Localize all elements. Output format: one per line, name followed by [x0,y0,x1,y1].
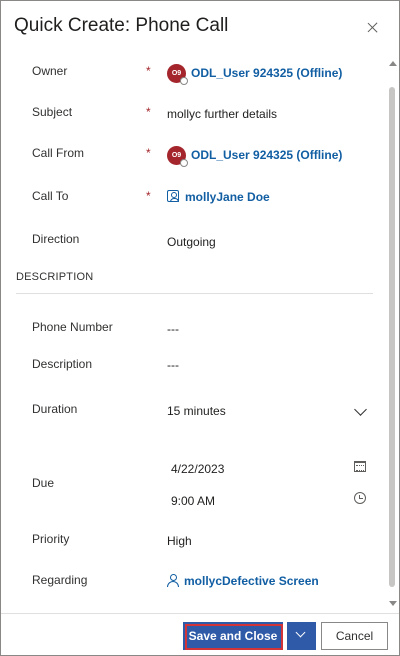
clock-icon[interactable] [354,492,366,504]
duration-field[interactable]: Duration 15 minutes [1,400,381,424]
dialog-footer: Save and Close Cancel [1,613,399,655]
duration-label: Duration [32,402,78,416]
presence-status-icon [180,77,188,85]
subject-input[interactable]: mollyc further details [167,107,277,121]
direction-value[interactable]: Outgoing [167,235,216,249]
subject-label: Subject [32,105,73,119]
call-from-avatar: O9 [167,146,188,167]
calendar-icon[interactable] [354,461,366,472]
priority-label: Priority [32,532,70,546]
required-marker: * [146,64,151,78]
dialog-header: Quick Create: Phone Call [1,1,399,53]
call-to-label: Call To [32,189,69,203]
priority-field: Priority High [1,530,381,554]
required-marker: * [146,105,151,119]
direction-field: Direction Outgoing [1,230,381,254]
quick-create-dialog: Quick Create: Phone Call Owner * O9 ODL_… [0,0,400,656]
owner-field: Owner * O9 ODL_User 924325 (Offline) [1,61,381,85]
phone-number-input[interactable]: --- [167,322,179,336]
subject-field: Subject * mollyc further details [1,103,381,127]
description-input[interactable]: --- [167,358,179,372]
chevron-down-icon [295,627,306,638]
regarding-value-link[interactable]: mollycDefective Screen [184,574,319,588]
description-section-title: DESCRIPTION [16,271,94,283]
call-from-field: Call From * O9 ODL_User 924325 (Offline) [1,144,381,168]
close-icon[interactable] [366,21,380,35]
contact-card-icon [167,190,179,202]
direction-label: Direction [32,232,80,246]
scrollbar-thumb[interactable] [389,87,395,587]
section-divider [16,293,373,294]
save-and-close-button[interactable]: Save and Close [183,622,283,650]
regarding-field: Regarding mollycDefective Screen [1,571,381,595]
phone-number-label: Phone Number [32,320,113,334]
description-field: Description --- [1,355,381,379]
cancel-button[interactable]: Cancel [321,622,388,650]
regarding-label: Regarding [32,573,88,587]
save-options-split-button[interactable] [287,622,316,650]
phone-number-field: Phone Number --- [1,318,381,342]
person-icon [167,574,179,587]
avatar-initials: O9 [171,152,182,159]
owner-label: Owner [32,64,68,78]
due-time-input[interactable]: 9:00 AM [171,494,215,508]
owner-value-link[interactable]: ODL_User 924325 (Offline) [191,66,342,80]
call-from-label: Call From [32,146,85,160]
owner-avatar: O9 [167,64,188,85]
required-marker: * [146,146,151,160]
duration-select[interactable]: 15 minutes [167,404,226,418]
priority-value[interactable]: High [167,534,192,548]
call-from-value-link[interactable]: ODL_User 924325 (Offline) [191,148,342,162]
dialog-title: Quick Create: Phone Call [14,15,229,36]
required-marker: * [146,189,151,203]
presence-status-icon [180,159,188,167]
description-label: Description [32,357,93,371]
avatar-initials: O9 [171,70,182,77]
call-to-value-link[interactable]: mollyJane Doe [185,190,270,204]
due-date-input[interactable]: 4/22/2023 [171,462,224,476]
scrollbar[interactable] [386,61,398,609]
scroll-up-arrow-icon[interactable] [389,61,397,66]
due-label: Due [32,476,55,490]
scroll-down-arrow-icon[interactable] [389,601,397,606]
call-to-field: Call To * mollyJane Doe [1,187,381,211]
